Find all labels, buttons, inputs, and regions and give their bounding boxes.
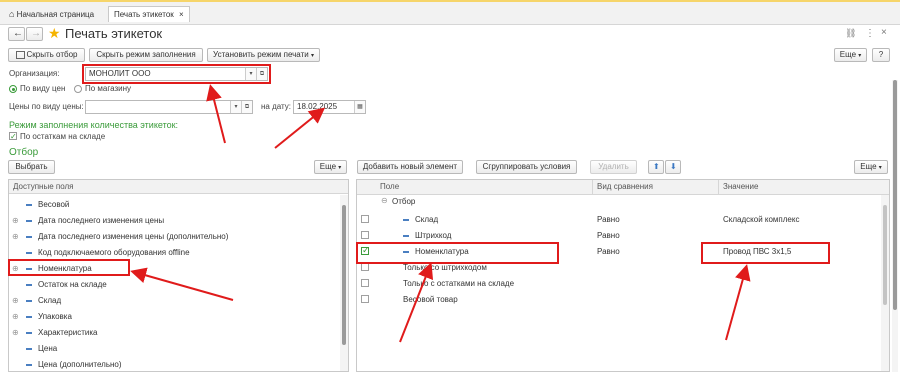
arrow-to-value [725, 264, 751, 341]
arrow-to-filter-row [399, 262, 434, 343]
arrow-to-organization [206, 84, 226, 144]
arrow-to-date [274, 107, 326, 149]
arrow-to-nomenclature [130, 267, 234, 301]
annotation-arrows [130, 84, 751, 343]
